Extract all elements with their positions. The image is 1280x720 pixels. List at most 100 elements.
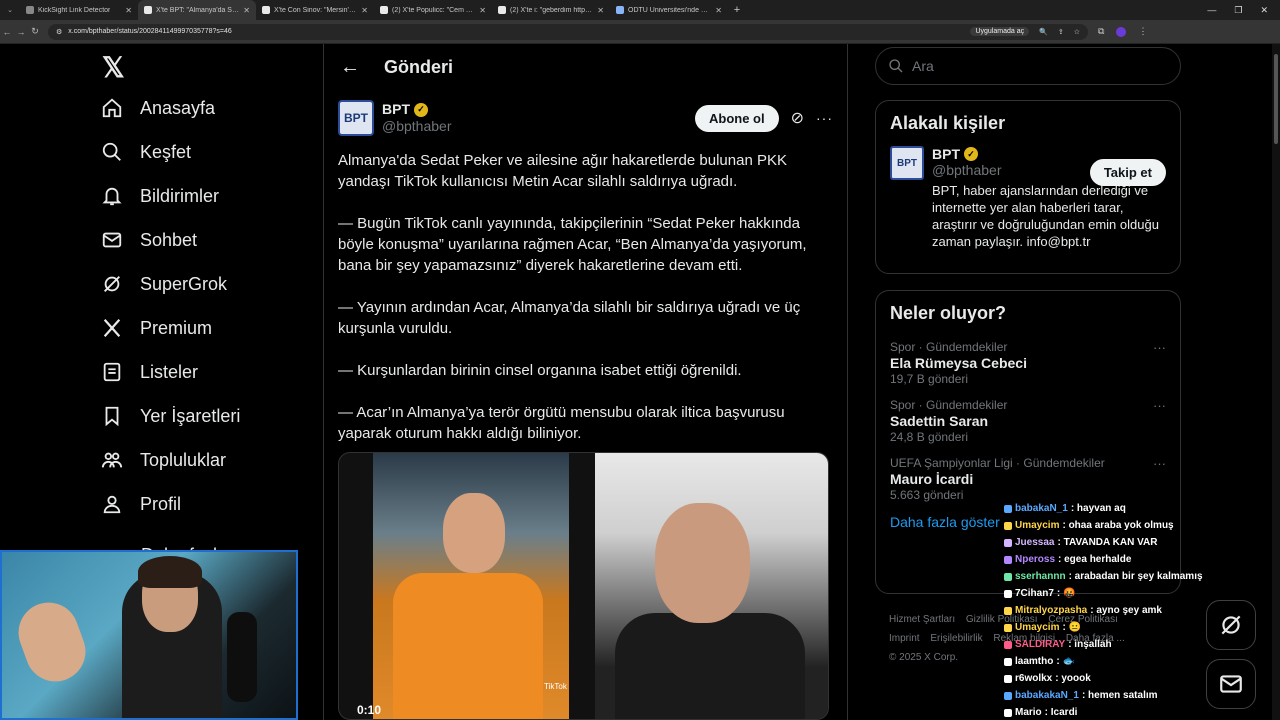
bookmark-star-icon[interactable]: ☆ [1074, 28, 1080, 36]
related-display-name[interactable]: BPT [932, 146, 960, 162]
window-controls: — ❐ ✕ [1207, 5, 1280, 16]
grok-fab-button[interactable] [1206, 600, 1256, 650]
author-handle[interactable]: @bpthaber [382, 118, 451, 135]
subscribe-button[interactable]: Abone ol [694, 104, 779, 132]
browser-tab-active[interactable]: X'te BPT: "Almanya'da Sedat Pe ✕ [138, 0, 256, 20]
related-people-card: Alakalı kişiler BPT BPT ✓ @bpthaber BPT, … [875, 100, 1181, 274]
tab-close-icon[interactable]: ✕ [479, 6, 486, 15]
browser-tab[interactable]: (2) X'te i: "geberdim https://t.co ✕ [492, 0, 610, 20]
trends-title: Neler oluyor? [890, 303, 1007, 323]
minimize-icon[interactable]: — [1207, 5, 1216, 16]
post-paragraph: — Bugün TikTok canlı yayınında, takipçil… [338, 215, 807, 274]
nav-item-communities[interactable]: Topluluklar [96, 438, 316, 482]
share-icon[interactable]: ⇪ [1058, 28, 1064, 36]
nav-item-profile[interactable]: Profil [96, 482, 316, 526]
chat-username: SALDIRAY [1015, 639, 1066, 650]
scrollbar-thumb[interactable] [1274, 54, 1278, 144]
site-info-icon[interactable]: ⚙ [56, 28, 62, 36]
tab-favicon-icon [616, 6, 624, 14]
close-window-icon[interactable]: ✕ [1260, 5, 1268, 16]
reload-icon[interactable]: ↻ [28, 26, 42, 37]
chat-text: : inşallah [1068, 639, 1112, 650]
chat-message: laamtho: 🐟 [1004, 653, 1204, 670]
post-video[interactable]: TikTok 0:10 [338, 452, 829, 720]
related-avatar[interactable]: BPT [890, 146, 924, 180]
nav-item-grok[interactable]: SuperGrok [96, 262, 316, 306]
post-author: BPT BPT ✓ @bpthaber Abone ol ⊘ ··· [324, 90, 847, 136]
browser-menu-icon[interactable]: ⋮ [1138, 26, 1147, 37]
maximize-icon[interactable]: ❐ [1234, 5, 1242, 16]
nav-item-messages[interactable]: Sohbet [96, 218, 316, 262]
back-arrow-icon[interactable]: ← [0, 27, 14, 37]
messages-fab-button[interactable] [1206, 659, 1256, 709]
chat-text: : hemen satalım [1081, 690, 1158, 701]
footer-link[interactable]: Erişilebilirlik [930, 633, 982, 644]
footer-link[interactable]: Imprint [889, 633, 920, 644]
chat-badge-icon [1004, 555, 1012, 564]
chat-username: Umaycim [1015, 520, 1060, 531]
chat-text: : egea herhalde [1058, 554, 1132, 565]
back-arrow-icon[interactable]: ← [340, 56, 360, 79]
chat-message: Umaycim: 😐 [1004, 619, 1204, 636]
nav-item-notifications[interactable]: Bildirimler [96, 174, 316, 218]
post-paragraph: Almanya'da Sedat Peker ve ailesine ağır … [338, 152, 787, 190]
url-input[interactable]: ⚙ x.com/bpthaber/status/2002841149997035… [48, 23, 1088, 40]
search-placeholder: Ara [912, 58, 934, 74]
extensions-icon[interactable]: ⧉ [1098, 26, 1104, 37]
nav-label: Premium [140, 317, 213, 338]
tab-close-icon[interactable]: ✕ [597, 6, 604, 15]
browser-tab[interactable]: (2) X'te Populicc: "Cem Yılmaz ✕ [374, 0, 492, 20]
profile-avatar-icon[interactable] [1116, 26, 1127, 37]
nav-label: Keşfet [140, 141, 192, 162]
video-timestamp: 0:10 [357, 703, 382, 717]
url-text: x.com/bpthaber/status/200284114999703577… [68, 28, 232, 35]
tab-close-icon[interactable]: ✕ [125, 6, 132, 15]
browser-address-bar: ← → ↻ ⚙ x.com/bpthaber/status/2002841149… [0, 20, 1280, 44]
webcam-overlay [0, 550, 298, 720]
tab-close-icon[interactable]: ✕ [361, 6, 368, 15]
chat-message: sserhannn: arabadan bir şey kalmamış [1004, 568, 1204, 585]
tab-favicon-icon [380, 6, 388, 14]
browser-tab[interactable]: KickSight Link Detector ✕ [20, 0, 138, 20]
author-display-name[interactable]: BPT [382, 101, 410, 118]
footer-link[interactable]: Hizmet Şartları [889, 614, 955, 625]
tab-favicon-icon [144, 6, 152, 14]
open-in-app-label: Uygulamada aç [975, 28, 1025, 35]
page-scrollbar[interactable] [1272, 44, 1280, 720]
x-logo-icon[interactable]: 𝕏 [102, 50, 316, 86]
trend-more-icon[interactable]: ··· [1153, 456, 1166, 471]
tab-close-icon[interactable]: ✕ [715, 6, 722, 15]
grok-icon[interactable]: ⊘ [791, 108, 804, 128]
zoom-icon[interactable]: 🔍 [1039, 28, 1048, 36]
trend-name: Mauro İcardi [890, 471, 974, 487]
follow-button[interactable]: Takip et [1089, 159, 1166, 186]
new-tab-button[interactable]: + [728, 4, 746, 16]
nav-item-lists[interactable]: Listeler [96, 350, 316, 394]
post-paragraph: — Yayının ardından Acar, Almanya’da sila… [338, 299, 801, 337]
open-in-app-button[interactable]: Uygulamada aç [970, 27, 1030, 36]
browser-tab[interactable]: ODTÜ Üniversitesi'nde Kürtçe✕ [610, 0, 728, 20]
trend-meta: Spor · Gündemdekiler [890, 398, 1008, 412]
author-avatar[interactable]: BPT [338, 100, 374, 136]
more-options-icon[interactable]: ··· [816, 110, 833, 126]
chat-text: : yoook [1055, 673, 1091, 684]
nav-item-bookmarks[interactable]: Yer İşaretleri [96, 394, 316, 438]
tab-title: ODTÜ Üniversitesi'nde Kürtçe [628, 6, 712, 14]
home-icon [100, 96, 124, 120]
forward-arrow-icon[interactable]: → [14, 27, 28, 37]
nav-item-premium[interactable]: Premium [96, 306, 316, 350]
chat-username: Umaycim [1015, 622, 1060, 633]
bell-icon [100, 184, 124, 208]
search-input[interactable]: Ara [875, 47, 1181, 85]
browser-tab[interactable]: X'te Con Sinov: "Mersin'de 12 y ✕ [256, 0, 374, 20]
nav-item-explore[interactable]: Keşfet [96, 130, 316, 174]
tab-close-icon[interactable]: ✕ [243, 6, 250, 15]
trend-item[interactable]: Spor · Gündemdekiler Sadettin Saran 24,8… [876, 394, 1180, 452]
nav-item-home[interactable]: Anasayfa [96, 86, 316, 130]
tab-search-icon[interactable]: ⌄ [0, 6, 20, 14]
person-icon [100, 492, 124, 516]
trend-item[interactable]: Spor · Gündemdekiler Ela Rümeysa Cebeci … [876, 336, 1180, 394]
trend-more-icon[interactable]: ··· [1153, 398, 1166, 413]
trend-more-icon[interactable]: ··· [1153, 340, 1166, 355]
chat-username: babakakaN_1 [1015, 690, 1079, 701]
